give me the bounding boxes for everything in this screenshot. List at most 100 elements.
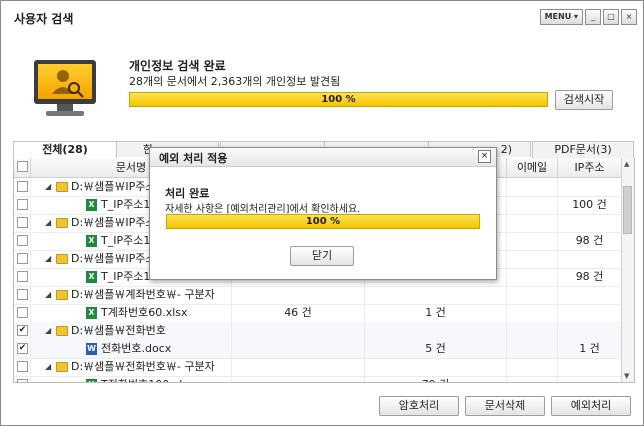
dialog-close-icon[interactable]: × [478, 150, 491, 163]
row-checkbox[interactable]: ✔ [17, 325, 28, 336]
expand-arrow-icon[interactable]: ◢ [45, 358, 51, 376]
doc-name: T_IP주소1 [101, 234, 151, 247]
doc-name: D:￦샘플￦IP주소 [71, 216, 156, 229]
checkbox-cell [14, 268, 31, 286]
close-button[interactable]: × [621, 9, 637, 25]
table-row[interactable]: ✔ ◢ D:￦샘플￦전화번호 [14, 322, 621, 341]
row-checkbox[interactable] [17, 253, 28, 264]
count-cell: 79 건 [365, 376, 507, 382]
doc-name: T전화번호100.xlsx [101, 376, 195, 382]
ip-count-cell [558, 178, 621, 196]
row-checkbox[interactable] [17, 235, 28, 246]
email-count-cell [507, 268, 558, 286]
scroll-up-icon[interactable]: ▲ [624, 160, 629, 168]
table-row[interactable]: ◢ D:￦샘플￦전화번호￦- 구분자 [14, 358, 621, 377]
row-checkbox[interactable] [17, 361, 28, 372]
doc-name: D:￦샘플￦계좌번호￦- 구분자 [71, 288, 215, 301]
header-checkbox-cell [14, 158, 31, 177]
checkbox-cell [14, 286, 31, 304]
email-count-cell [507, 250, 558, 268]
doc-name-cell: W 전화번호.docx [31, 340, 232, 358]
select-all-checkbox[interactable] [17, 161, 28, 172]
count-cell: 5 건 [365, 340, 507, 358]
email-count-cell [507, 232, 558, 250]
ip-count-cell: 1 건 [579, 342, 600, 355]
count-cell [232, 322, 365, 340]
expand-arrow-icon[interactable]: ◢ [45, 214, 51, 232]
table-row[interactable]: ✔ W 전화번호.docx 5 건 1 건 [14, 340, 621, 359]
table-row[interactable]: X T전화번호100.xlsx 79 건 [14, 376, 621, 382]
doc-name: T계좌번호60.xlsx [101, 306, 188, 319]
column-header-ip[interactable]: IP주소 [558, 158, 621, 177]
row-checkbox[interactable] [17, 307, 28, 318]
doc-name: D:￦샘플￦IP주소 [71, 180, 156, 193]
maximize-button[interactable]: □ [603, 9, 619, 25]
monitor-base [46, 111, 84, 116]
checkbox-cell [14, 214, 31, 232]
tab-pdf[interactable]: PDF문서(3) [532, 141, 634, 158]
email-count-cell [507, 214, 558, 232]
doc-name: D:￦샘플￦전화번호 [71, 324, 166, 337]
window-controls: MENU ▾ _ □ × [539, 9, 637, 25]
row-checkbox[interactable] [17, 271, 28, 282]
table-row[interactable]: ◢ D:￦샘플￦계좌번호￦- 구분자 [14, 286, 621, 305]
row-checkbox[interactable]: ✔ [17, 343, 28, 354]
minimize-button[interactable]: _ [585, 9, 601, 25]
table-row[interactable]: X T계좌번호60.xlsx 46 건1 건 [14, 304, 621, 323]
scroll-thumb[interactable] [623, 186, 632, 234]
search-start-button[interactable]: 검색시작 [555, 90, 613, 110]
email-count-cell [507, 358, 558, 376]
folder-icon [56, 254, 68, 264]
menu-button[interactable]: MENU ▾ [539, 9, 583, 25]
dialog-message: 자세한 사항은 [예외처리관리]에서 확인하세요. [165, 204, 361, 215]
email-count-cell [507, 340, 558, 358]
row-checkbox[interactable] [17, 199, 28, 210]
status-subtitle: 28개의 문서에서 2,363개의 개인정보 발견됨 [129, 75, 341, 88]
column-header-email[interactable]: 이메일 [507, 158, 558, 177]
row-checkbox[interactable] [17, 181, 28, 192]
dialog-title: 예외 처리 적용 [159, 152, 228, 165]
count-cell: 1 건 [365, 304, 507, 322]
row-checkbox[interactable] [17, 217, 28, 228]
ip-count-cell [558, 214, 621, 232]
delete-document-button[interactable]: 문서삭제 [465, 396, 545, 416]
count-cell [365, 322, 507, 340]
scroll-down-icon[interactable]: ▼ [624, 372, 629, 380]
doc-name-cell: ◢ D:￦샘플￦전화번호 [31, 322, 232, 340]
exclude-button[interactable]: 예외처리 [551, 396, 631, 416]
doc-name: D:￦샘플￦IP주소 [71, 252, 156, 265]
encrypt-button[interactable]: 암호처리 [379, 396, 459, 416]
status-title: 개인정보 검색 완료 [129, 59, 226, 73]
ip-count-cell [558, 250, 621, 268]
monitor-screen [38, 64, 92, 99]
row-checkbox[interactable] [17, 379, 28, 382]
ip-count-cell: 98 건 [575, 270, 604, 283]
word-file-icon: W [86, 343, 97, 355]
checkbox-cell [14, 178, 31, 196]
title-bar: 사용자 검색 MENU ▾ _ □ × [1, 1, 643, 33]
dialog-progress-bar: 100 % [166, 214, 480, 229]
excel-file-icon: X [86, 199, 97, 211]
vertical-scrollbar[interactable]: ▲ ▼ [621, 158, 634, 382]
count-cell [232, 286, 365, 304]
expand-arrow-icon[interactable]: ◢ [45, 322, 51, 340]
dialog-progress-fill: 100 % [167, 215, 479, 228]
excel-file-icon: X [86, 379, 97, 382]
expand-arrow-icon[interactable]: ◢ [45, 286, 51, 304]
user-search-icon [52, 70, 84, 98]
window-title: 사용자 검색 [14, 12, 74, 26]
doc-name: D:￦샘플￦전화번호￦- 구분자 [71, 360, 215, 373]
dialog-close-button[interactable]: 닫기 [290, 246, 354, 266]
expand-arrow-icon[interactable]: ◢ [45, 178, 51, 196]
expand-arrow-icon[interactable]: ◢ [45, 250, 51, 268]
row-checkbox[interactable] [17, 289, 28, 300]
folder-icon [56, 326, 68, 336]
ip-count-cell: 98 건 [575, 234, 604, 247]
folder-icon [56, 182, 68, 192]
checkbox-cell [14, 304, 31, 322]
tab-all[interactable]: 전체(28) [13, 141, 117, 159]
checkbox-cell [14, 376, 31, 382]
dialog-title-bar: 예외 처리 적용 × [150, 148, 496, 167]
email-count-cell [507, 178, 558, 196]
doc-name-cell: ◢ D:￦샘플￦전화번호￦- 구분자 [31, 358, 232, 376]
